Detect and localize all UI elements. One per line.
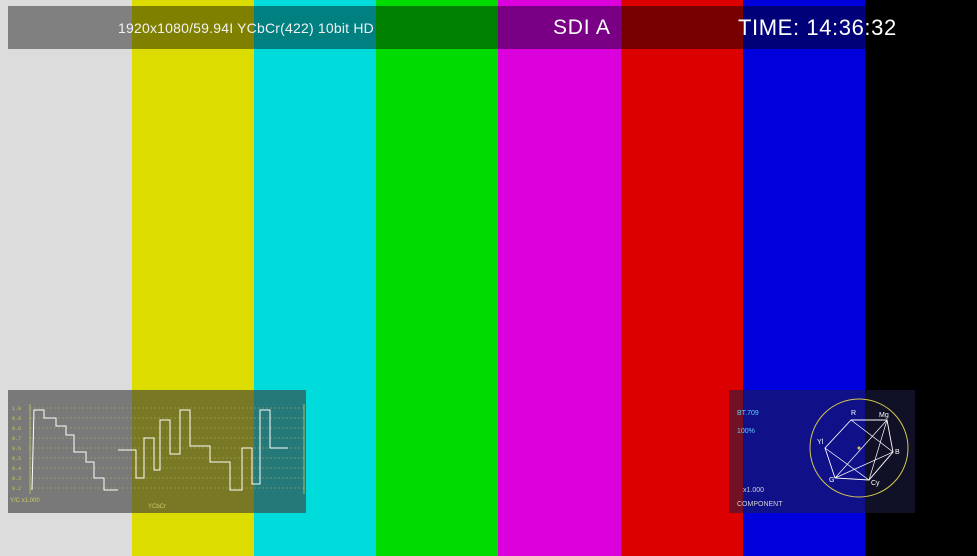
video-frame: 1920x1080/59.94I YCbCr(422) 10bit HD SDI… — [0, 0, 977, 556]
vectorscope-graph: R Mg B Cy G Yl — [809, 398, 909, 498]
svg-text:0.4: 0.4 — [12, 466, 21, 472]
svg-text:0.2: 0.2 — [12, 486, 21, 492]
target-Mg-label: Mg — [879, 412, 889, 419]
bar-red — [621, 0, 743, 556]
target-Cy-label: Cy — [871, 480, 880, 487]
target-Yl-label: Yl — [817, 439, 824, 446]
waveform-graph: 1.0 0.9 0.8 0.7 0.6 0.5 0.4 0.3 0.2 — [12, 404, 305, 494]
waveform-monitor: 1.0 0.9 0.8 0.7 0.6 0.5 0.4 0.3 0.2 Y/C … — [8, 390, 306, 513]
svg-text:0.7: 0.7 — [12, 436, 21, 442]
video-format-label: 1920x1080/59.94I YCbCr(422) 10bit HD — [118, 20, 374, 36]
svg-text:0.5: 0.5 — [12, 456, 21, 462]
waveform-mode-label: Y/C x1.000 — [10, 498, 40, 504]
waveform-sub-label: YCbCr — [148, 504, 167, 510]
bar-green — [376, 0, 498, 556]
target-B-label: B — [895, 449, 900, 456]
target-G-label: G — [829, 477, 834, 484]
vectorscope: BT.709 100% x1.000 COMPONENT R Mg B Cy G… — [729, 390, 915, 513]
svg-text:0.3: 0.3 — [12, 476, 21, 482]
timecode-label: TIME: 14:36:32 — [738, 15, 897, 40]
svg-text:0.8: 0.8 — [12, 426, 21, 432]
input-source-label: SDI A — [553, 16, 611, 39]
svg-text:0.9: 0.9 — [12, 416, 21, 422]
svg-text:0.6: 0.6 — [12, 446, 21, 452]
status-bar: 1920x1080/59.94I YCbCr(422) 10bit HD SDI… — [8, 6, 968, 49]
bar-magenta — [498, 0, 621, 556]
svg-text:1.0: 1.0 — [12, 406, 21, 412]
target-R-label: R — [851, 410, 856, 417]
